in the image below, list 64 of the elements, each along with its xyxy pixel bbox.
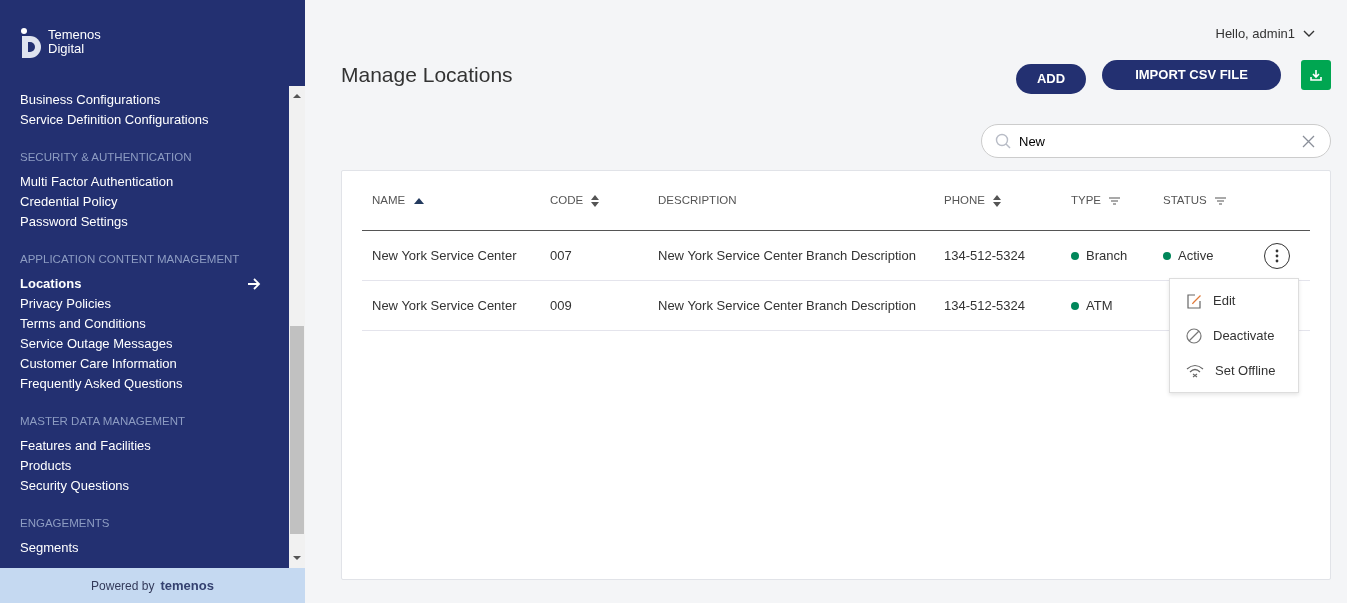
table-cell-text: New York Service Center [371, 296, 518, 315]
status-dot [1163, 251, 1171, 260]
nav-item[interactable]: Service Outage Messages [20, 334, 289, 354]
edit-icon [1186, 292, 1202, 309]
table-cell-text: New York Service Center Branch Description [658, 246, 917, 265]
nav-item[interactable]: Service Definition Configurations [20, 110, 289, 130]
nav-item[interactable]: Credential Policy [20, 192, 289, 212]
logo-text: Digital [48, 42, 86, 56]
nav-item[interactable]: Privacy Policies [20, 294, 289, 314]
user-menu[interactable]: Hello, admin1 [1215, 24, 1315, 44]
table-cell-text: New York Service Center [371, 246, 518, 265]
column-header[interactable]: CODE [550, 191, 658, 210]
prohibited-icon [1186, 327, 1202, 344]
table-cell-text: New York Service Center Branch Description [658, 296, 917, 315]
chevron-down-icon [1303, 30, 1315, 38]
download-button[interactable] [1301, 60, 1331, 90]
search-icon [995, 133, 1011, 149]
table-cell-text: 009 [550, 296, 573, 315]
table-cell-text: ATM [1086, 296, 1113, 315]
nav-item[interactable]: Features and Facilities [20, 436, 289, 456]
menu-item[interactable]: Edit [1170, 283, 1298, 318]
close-icon[interactable] [1302, 135, 1315, 148]
table-cell-text: Branch [1086, 246, 1128, 265]
more-options-button[interactable] [1264, 242, 1290, 269]
brand-text: temenos [160, 576, 214, 595]
section-heading: APPLICATION CONTENT MANAGEMENT [20, 252, 241, 267]
arrow-icon [247, 278, 261, 290]
page-title: Manage Locations [341, 62, 513, 88]
search-field[interactable]: New [981, 124, 1331, 158]
logo-text: Temenos [48, 28, 101, 42]
table-cell-text: Active [1178, 246, 1214, 265]
nav-item[interactable]: Frequently Asked Questions [20, 374, 289, 394]
wifi-off-icon [1186, 363, 1204, 378]
logo-icon [20, 28, 44, 58]
column-header[interactable]: TYPE [1071, 191, 1163, 210]
status-dot [1071, 251, 1079, 260]
column-header[interactable]: PHONE [944, 191, 1071, 210]
menu-item[interactable]: Set Offline [1170, 353, 1298, 388]
more-icon [1275, 248, 1279, 263]
nav-item[interactable]: Security Questions [20, 476, 289, 496]
table-cell-text: 134-512-5324 [944, 246, 1026, 265]
section-heading: MASTER DATA MANAGEMENT [20, 414, 187, 429]
action-button[interactable]: ADD [1016, 64, 1086, 94]
nav-item[interactable]: Products [20, 456, 289, 476]
column-header: DESCRIPTION [658, 192, 738, 208]
scrollbar[interactable] [289, 86, 305, 568]
nav-item[interactable]: Locations [20, 274, 289, 294]
table-cell-text: 007 [550, 246, 573, 265]
nav-item[interactable]: Segments [20, 538, 289, 558]
column-header[interactable]: STATUS [1163, 191, 1253, 210]
column-header[interactable]: NAME [362, 191, 550, 210]
nav-item[interactable]: Password Settings [20, 212, 289, 232]
menu-item[interactable]: Deactivate [1170, 318, 1298, 353]
nav-item[interactable]: Terms and Conditions [20, 314, 289, 334]
section-heading: ENGAGEMENTS [20, 516, 111, 531]
footer-text: Powered by [91, 577, 155, 595]
nav-item[interactable]: Business Configurations [20, 90, 289, 110]
table-cell-text: 134-512-5324 [944, 296, 1026, 315]
nav-item[interactable]: Multi Factor Authentication [20, 172, 289, 192]
nav-item[interactable]: Customer Care Information [20, 354, 289, 374]
status-dot [1071, 301, 1079, 310]
action-button[interactable]: IMPORT CSV FILE [1102, 60, 1281, 90]
download-icon [1310, 69, 1322, 81]
section-heading: SECURITY & AUTHENTICATION [20, 150, 193, 165]
